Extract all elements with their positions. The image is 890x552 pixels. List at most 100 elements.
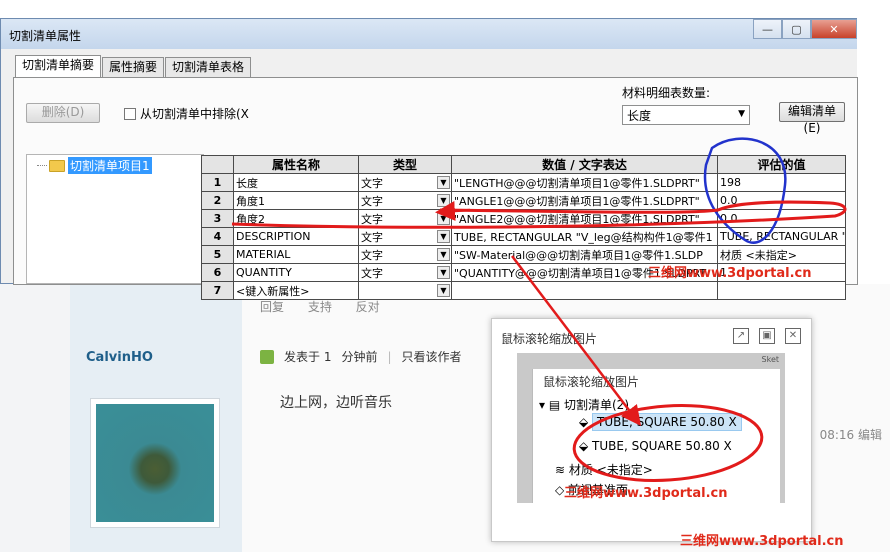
cutlist-tree: 切割清单项目1 bbox=[26, 154, 204, 284]
property-name-cell[interactable]: 角度2 bbox=[233, 209, 359, 228]
type-cell[interactable]: 文字 ▼ bbox=[358, 173, 452, 192]
table-row[interactable]: 2 角度1 文字 ▼ "ANGLE1@@@切割清单项目1@零件1.SLDPRT" … bbox=[201, 191, 846, 210]
avatar-image bbox=[96, 404, 214, 522]
row-number: 5 bbox=[201, 245, 234, 264]
chevron-down-icon: ▼ bbox=[738, 109, 745, 119]
popup-title: 鼠标滚轮缩放图片 bbox=[501, 332, 598, 346]
evaluated-value-cell: TUBE, RECTANGULAR "V bbox=[717, 227, 846, 246]
header-property-name[interactable]: 属性名称 bbox=[233, 155, 359, 174]
bom-qty-label: 材料明细表数量: bbox=[622, 86, 711, 100]
header-value-expression[interactable]: 数值 / 文字表达 bbox=[451, 155, 718, 174]
evaluated-value-cell bbox=[717, 281, 846, 300]
dropdown-arrow-icon[interactable]: ▼ bbox=[437, 284, 450, 297]
property-name-cell[interactable]: 角度1 bbox=[233, 191, 359, 210]
dropdown-arrow-icon[interactable]: ▼ bbox=[437, 212, 450, 225]
tree-parent-cutlist: ▾ ▤ 切割清单(2) bbox=[539, 396, 629, 413]
tab-property-summary[interactable]: 属性摘要 bbox=[102, 57, 165, 77]
material-label: 材质 <未指定> bbox=[568, 463, 653, 477]
bom-qty-select[interactable]: 长度 ▼ bbox=[622, 105, 750, 125]
posted-prefix: 发表于 1 bbox=[284, 350, 332, 364]
expression-cell[interactable]: TUBE, RECTANGULAR "V_leg@结构构件1@零件1 bbox=[451, 227, 718, 246]
tube-item-label-1: TUBE, SQUARE 50.80 X bbox=[592, 413, 742, 431]
delete-button[interactable]: 删除(D) bbox=[26, 103, 100, 123]
tree-connector bbox=[37, 165, 47, 166]
header-evaluated-value[interactable]: 评估的值 bbox=[717, 155, 846, 174]
dropdown-arrow-icon[interactable]: ▼ bbox=[437, 230, 450, 243]
user-online-icon bbox=[260, 349, 274, 364]
folder-icon bbox=[49, 159, 65, 172]
grid-corner bbox=[201, 155, 234, 174]
material-icon: ≋ bbox=[555, 463, 569, 477]
property-name-cell[interactable]: 长度 bbox=[233, 173, 359, 192]
tab-cutlist-summary[interactable]: 切割清单摘要 bbox=[15, 55, 102, 77]
expression-cell[interactable]: "ANGLE1@@@切割清单项目1@零件1.SLDPRT" bbox=[451, 191, 718, 210]
type-value: 文字 bbox=[361, 212, 383, 226]
image-zoom-popup: 鼠标滚轮缩放图片 ↗ ▣ ✕ Sket 鼠标滚轮缩放图片 ▾ ▤ 切割清单(2)… bbox=[491, 318, 812, 542]
exclude-label: 从切割清单中排除(X bbox=[140, 107, 249, 121]
close-button[interactable]: ✕ bbox=[811, 19, 857, 39]
minimize-button[interactable]: — bbox=[753, 19, 782, 39]
dropdown-arrow-icon[interactable]: ▼ bbox=[437, 248, 450, 261]
type-cell[interactable]: ▼ bbox=[358, 281, 452, 300]
posted-time: 分钟前 bbox=[341, 350, 378, 364]
close-icon[interactable]: ✕ bbox=[785, 328, 801, 344]
maximize-button[interactable]: ▢ bbox=[782, 19, 811, 39]
forum-edit-time: 08:16 编辑 bbox=[819, 428, 882, 442]
avatar[interactable] bbox=[90, 398, 220, 528]
exclude-checkbox[interactable] bbox=[124, 107, 136, 120]
tree-item-cutlist-1[interactable]: 切割清单项目1 bbox=[37, 157, 152, 174]
evaluated-value-cell: 198 bbox=[717, 173, 846, 192]
forum-author-panel: CalvinHO bbox=[70, 284, 242, 552]
expression-cell[interactable]: "SW-Material@@@切割清单项目1@零件1.SLDP bbox=[451, 245, 718, 264]
type-cell[interactable]: 文字 ▼ bbox=[358, 227, 452, 246]
expression-cell[interactable]: "ANGLE2@@@切割清单项目1@零件1.SLDPRT" bbox=[451, 209, 718, 228]
watermark-2: 三维网www.3dportal.cn bbox=[564, 486, 728, 501]
edit-list-button[interactable]: 编辑清单(E) bbox=[779, 102, 845, 135]
row-number: 4 bbox=[201, 227, 234, 246]
header-type[interactable]: 类型 bbox=[358, 155, 452, 174]
forum-actions[interactable]: 回复 支持 反对 bbox=[260, 298, 380, 315]
dropdown-arrow-icon[interactable]: ▼ bbox=[437, 194, 450, 207]
window-controls: — ▢ ✕ bbox=[753, 19, 857, 39]
only-author-link[interactable]: 只看该作者 bbox=[402, 348, 462, 365]
property-name-cell[interactable]: MATERIAL bbox=[233, 245, 359, 264]
dialog-tabs: 切割清单摘要 属性摘要 切割清单表格 bbox=[15, 55, 252, 77]
cutlist-folder-icon: ▤ bbox=[548, 398, 564, 412]
open-external-icon[interactable]: ↗ bbox=[733, 328, 749, 344]
forum-author-name[interactable]: CalvinHO bbox=[86, 350, 153, 365]
fit-window-icon[interactable]: ▣ bbox=[759, 328, 775, 344]
table-row[interactable]: 1 长度 文字 ▼ "LENGTH@@@切割清单项目1@零件1.SLDPRT" 1… bbox=[201, 173, 846, 192]
weldment-icon: ⬙ bbox=[579, 439, 593, 453]
new-property-cell[interactable]: <键入新属性> bbox=[233, 281, 359, 300]
exclude-checkbox-group[interactable]: 从切割清单中排除(X bbox=[124, 105, 249, 122]
table-row-new-property[interactable]: 7 <键入新属性> ▼ bbox=[201, 281, 846, 300]
type-cell[interactable]: 文字 ▼ bbox=[358, 209, 452, 228]
table-row[interactable]: 5 MATERIAL 文字 ▼ "SW-Material@@@切割清单项目1@零件… bbox=[201, 245, 846, 264]
dropdown-arrow-icon[interactable]: ▼ bbox=[437, 266, 450, 279]
expression-cell[interactable] bbox=[451, 281, 718, 300]
row-number: 7 bbox=[201, 281, 234, 300]
bom-qty-value: 长度 bbox=[627, 109, 652, 123]
table-row[interactable]: 3 角度2 文字 ▼ "ANGLE2@@@切割清单项目1@零件1.SLDPRT" … bbox=[201, 209, 846, 228]
type-cell[interactable]: 文字 ▼ bbox=[358, 263, 452, 282]
dropdown-arrow-icon[interactable]: ▼ bbox=[437, 176, 450, 189]
popup-image[interactable]: Sket 鼠标滚轮缩放图片 ▾ ▤ 切割清单(2) ⬙ TUBE, SQUARE… bbox=[517, 353, 785, 503]
tab-cutlist-table[interactable]: 切割清单表格 bbox=[165, 57, 252, 77]
popup-inner-title: 鼠标滚轮缩放图片 bbox=[543, 375, 640, 389]
dialog-title: 切割清单属性 bbox=[9, 29, 82, 43]
type-cell[interactable]: 文字 ▼ bbox=[358, 191, 452, 210]
row-number: 1 bbox=[201, 173, 234, 192]
watermark-3: 三维网www.3dportal.cn bbox=[680, 534, 844, 549]
weldment-icon: ⬙ bbox=[579, 415, 593, 429]
table-row[interactable]: 4 DESCRIPTION 文字 ▼ TUBE, RECTANGULAR "V_l… bbox=[201, 227, 846, 246]
property-name-cell[interactable]: QUANTITY bbox=[233, 263, 359, 282]
tree-item-tube-1: ⬙ TUBE, SQUARE 50.80 X bbox=[579, 413, 742, 431]
type-cell[interactable]: 文字 ▼ bbox=[358, 245, 452, 264]
row-number: 6 bbox=[201, 263, 234, 282]
expression-cell[interactable]: "LENGTH@@@切割清单项目1@零件1.SLDPRT" bbox=[451, 173, 718, 192]
type-value: 文字 bbox=[361, 248, 383, 262]
dialog-titlebar[interactable]: 切割清单属性 — ▢ ✕ bbox=[1, 19, 857, 49]
property-name-cell[interactable]: DESCRIPTION bbox=[233, 227, 359, 246]
cutlist-properties-dialog: 切割清单属性 — ▢ ✕ 切割清单摘要 属性摘要 切割清单表格 删除(D) 从切… bbox=[0, 18, 858, 300]
popup-controls: ↗ ▣ ✕ bbox=[733, 328, 801, 344]
